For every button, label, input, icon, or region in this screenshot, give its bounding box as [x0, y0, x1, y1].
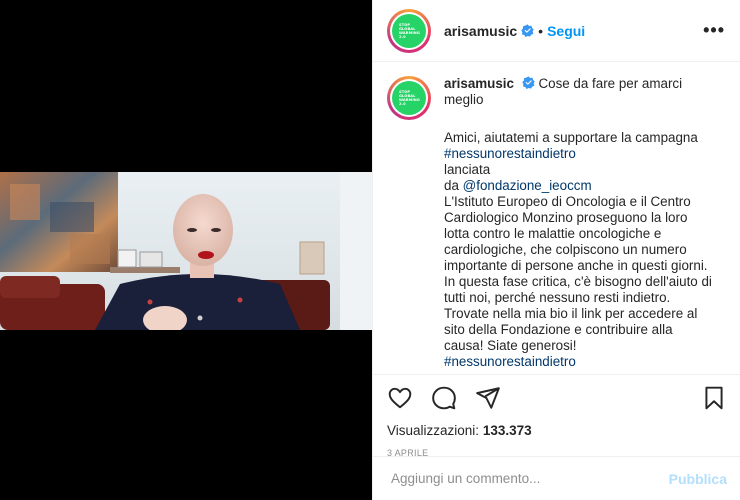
paper-plane-icon[interactable] — [475, 385, 501, 411]
avatar-logo: STOP GLOBAL WARMING 2.0 — [392, 13, 426, 48]
caption-line2b: da — [444, 178, 459, 193]
post-header: STOP GLOBAL WARMING 2.0 arisamusic • Seg… — [373, 0, 740, 62]
caption-closing: Trovate nella mia bio il link per accede… — [444, 306, 698, 353]
profile-avatar[interactable]: STOP GLOBAL WARMING 2.0 — [387, 8, 431, 53]
caption-line1: Amici, aiutatemi a supportare la campagn… — [444, 130, 698, 145]
comment-bar: Pubblica — [373, 456, 740, 500]
caption-section: STOP GLOBAL WARMING 2.0 arisamusic Cose … — [373, 62, 740, 374]
post-actions: Visualizzazioni: 133.373 3 APRILE — [373, 374, 740, 458]
separator-dot: • — [538, 22, 544, 39]
verified-badge-icon — [521, 24, 534, 37]
post-side-panel: STOP GLOBAL WARMING 2.0 arisamusic • Seg… — [372, 0, 740, 500]
username-link[interactable]: arisamusic — [444, 23, 517, 39]
caption-text: arisamusic Cose da fare per amarci megli… — [444, 76, 712, 374]
video-still-image — [0, 172, 372, 330]
video-frame[interactable] — [0, 172, 372, 330]
views-label: Visualizzazioni: — [387, 423, 480, 438]
bookmark-icon[interactable] — [701, 385, 727, 411]
post-media[interactable] — [0, 0, 372, 500]
views-value: 133.373 — [482, 423, 532, 438]
caption-avatar[interactable]: STOP GLOBAL WARMING 2.0 — [387, 76, 431, 120]
mention-link[interactable]: @fondazione_ieoccm — [463, 178, 592, 193]
comment-input[interactable] — [391, 471, 669, 486]
caption-body: L'Istituto Europeo di Oncologia e il Cen… — [444, 194, 712, 305]
avatar-logo: STOP GLOBAL WARMING 2.0 — [392, 81, 426, 115]
hashtag-link[interactable]: #nessunorestaindietro — [444, 146, 576, 161]
hashtag-link[interactable]: #nessunorestaindietro — [444, 354, 712, 370]
caption-line2a: lanciata — [444, 162, 491, 177]
caption-username[interactable]: arisamusic — [444, 76, 514, 91]
views-count: Visualizzazioni: 133.373 — [387, 423, 727, 438]
follow-button[interactable]: Segui — [547, 23, 585, 39]
action-icons — [387, 385, 727, 411]
more-options-icon[interactable]: ••• — [703, 20, 725, 41]
publish-button[interactable]: Pubblica — [669, 471, 727, 487]
heart-icon[interactable] — [387, 385, 413, 411]
comment-bubble-icon[interactable] — [431, 385, 457, 411]
verified-badge-icon — [522, 76, 535, 89]
